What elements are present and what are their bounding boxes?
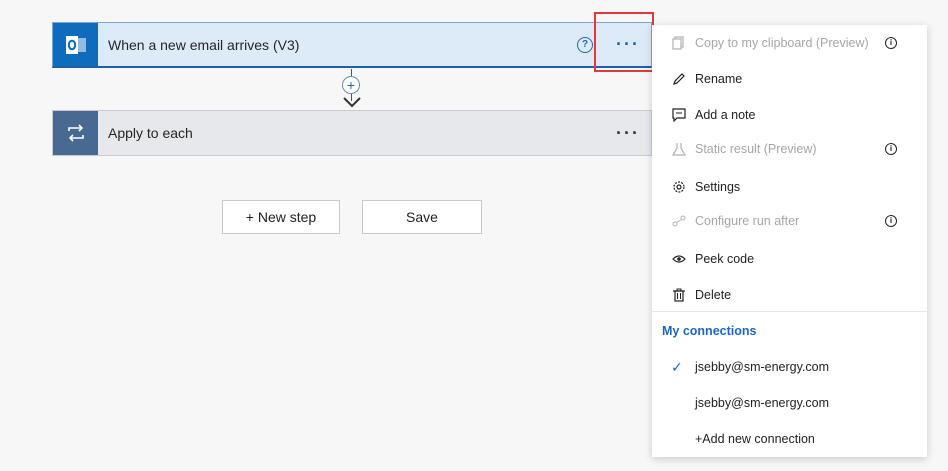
checkmark-icon: ✓ — [671, 358, 683, 375]
help-icon[interactable]: ? — [577, 36, 593, 53]
connection-label: jsebby@sm-energy.com — [695, 396, 830, 410]
insert-step-button[interactable]: + — [342, 76, 360, 94]
menu-item-label: Static result (Preview) — [695, 142, 817, 156]
menu-item-configure-run-after[interactable]: Configure run after i — [652, 203, 927, 239]
note-icon — [671, 107, 687, 123]
add-connection-label: +Add new connection — [695, 432, 815, 446]
menu-item-static-result[interactable]: Static result (Preview) i — [652, 131, 927, 167]
more-button-highlight — [594, 12, 654, 72]
connections-section-title: My connections — [662, 324, 757, 338]
menu-item-label: Peek code — [695, 252, 755, 266]
menu-item-label: Settings — [695, 180, 741, 194]
menu-divider — [652, 311, 927, 312]
connection-item-selected[interactable]: ✓ jsebby@sm-energy.com — [652, 349, 927, 385]
new-step-button[interactable]: + New step — [222, 200, 340, 234]
menu-item-copy-clipboard[interactable]: Copy to my clipboard (Preview) i — [652, 25, 927, 61]
gear-icon — [671, 179, 687, 195]
apply-to-each-card[interactable]: Apply to each ··· — [52, 110, 652, 156]
menu-item-rename[interactable]: Rename — [652, 61, 927, 97]
menu-item-label: Rename — [695, 72, 743, 86]
loop-icon — [53, 111, 98, 155]
add-new-connection[interactable]: +Add new connection — [652, 421, 927, 457]
flask-icon — [671, 141, 687, 157]
pencil-icon — [671, 71, 687, 87]
context-menu: Copy to my clipboard (Preview) i Rename … — [652, 25, 927, 457]
apply-title[interactable]: Apply to each — [108, 125, 605, 141]
connection-item[interactable]: jsebby@sm-energy.com — [652, 385, 927, 421]
menu-item-label: Copy to my clipboard (Preview) — [695, 36, 869, 50]
menu-item-settings[interactable]: Settings — [652, 169, 927, 205]
connection-label: jsebby@sm-energy.com — [695, 360, 830, 374]
menu-item-label: Configure run after — [695, 214, 800, 228]
run-after-icon — [671, 213, 687, 229]
menu-item-delete[interactable]: Delete — [652, 277, 927, 313]
trash-icon — [671, 287, 687, 303]
trigger-title[interactable]: When a new email arrives (V3) — [108, 37, 577, 53]
menu-item-peek-code[interactable]: Peek code — [652, 241, 927, 277]
eye-icon — [671, 251, 687, 267]
menu-item-add-note[interactable]: Add a note — [652, 97, 927, 133]
menu-item-label: Delete — [695, 288, 732, 302]
info-icon[interactable]: i — [885, 143, 897, 155]
outlook-icon — [53, 23, 98, 66]
info-icon[interactable]: i — [885, 37, 897, 49]
info-icon[interactable]: i — [885, 215, 897, 227]
arrow-down-icon — [343, 97, 361, 108]
clipboard-icon — [671, 35, 687, 51]
menu-item-label: Add a note — [695, 108, 756, 122]
trigger-card[interactable]: When a new email arrives (V3) ? ··· — [52, 22, 652, 68]
apply-more-button[interactable]: ··· — [605, 111, 651, 155]
save-button[interactable]: Save — [362, 200, 482, 234]
